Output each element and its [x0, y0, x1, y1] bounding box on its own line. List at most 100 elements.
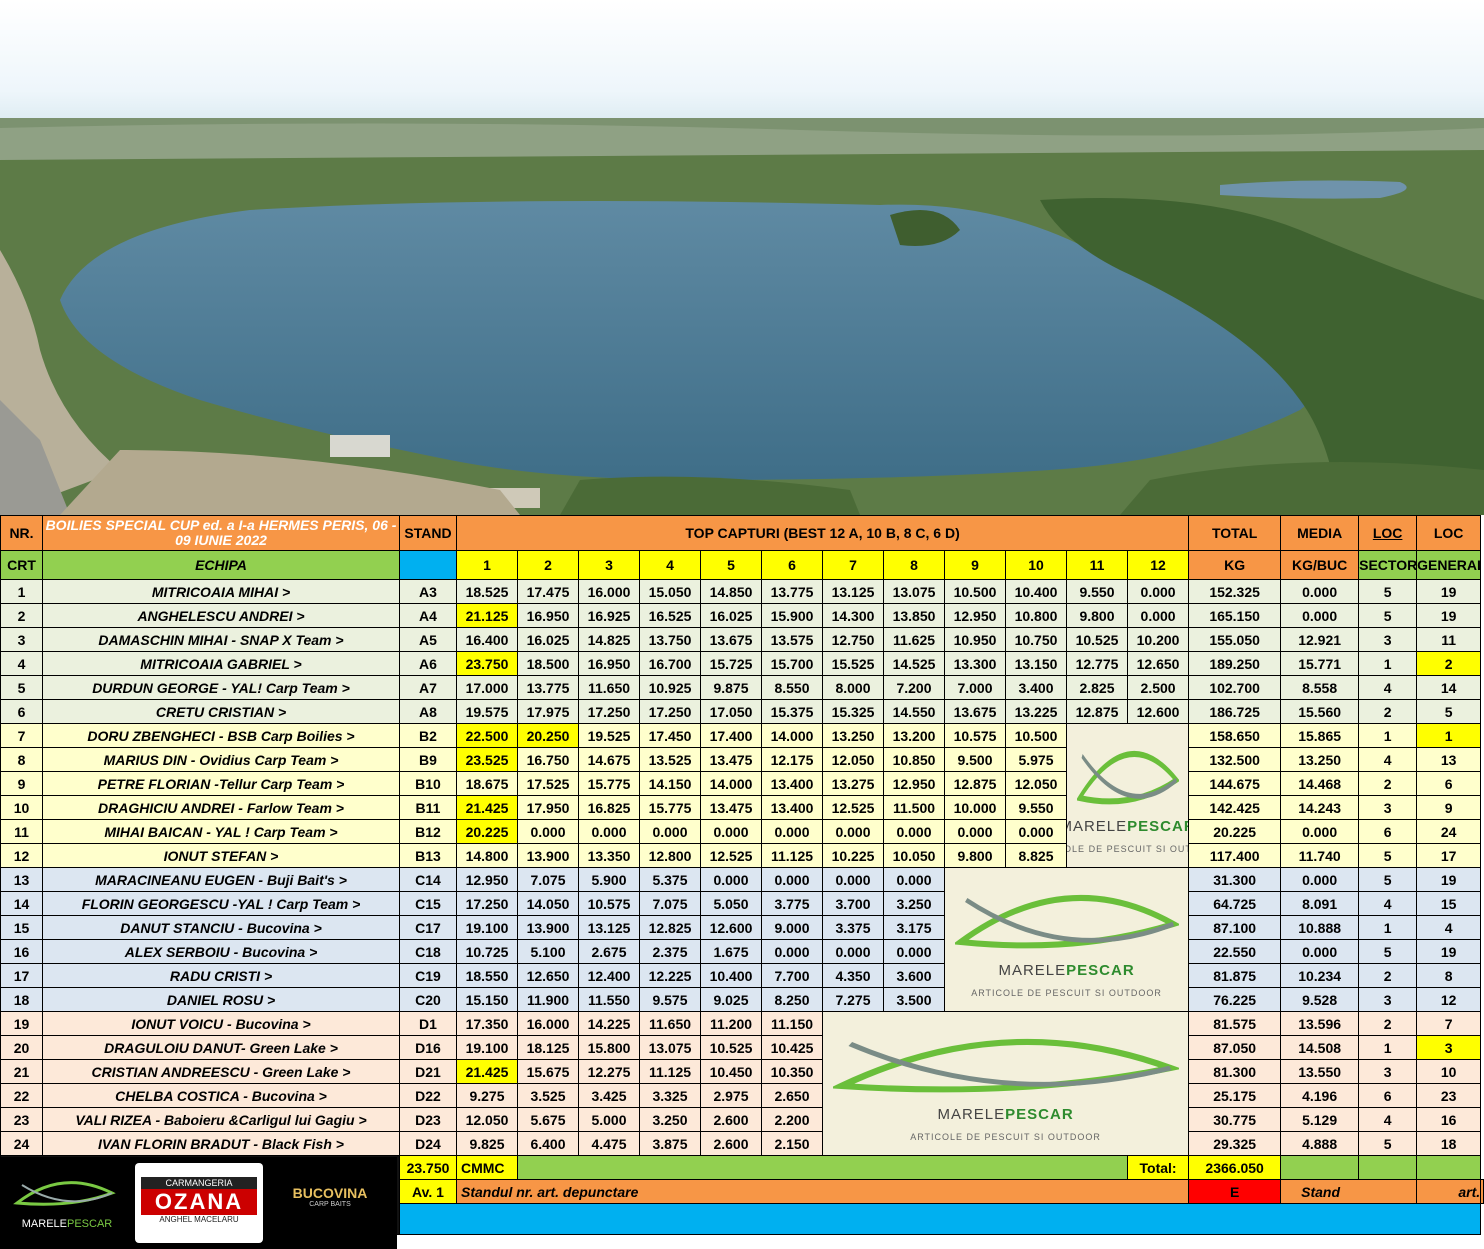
capture-value: 12.775 [1066, 651, 1128, 676]
capture-value: 21.425 [456, 1059, 518, 1084]
capture-value: 20.250 [517, 723, 579, 748]
capture-value: 12.950 [883, 771, 945, 796]
capture-value: 14.000 [761, 723, 823, 748]
capture-value: 5.000 [578, 1107, 640, 1132]
capture-value: 15.700 [761, 651, 823, 676]
team-header: ECHIPA [42, 550, 400, 580]
table-row: 22 CHELBA COSTICA - Bucovina > D22 9.275 3.5… [0, 1083, 1484, 1108]
capture-value: 14.225 [578, 1011, 640, 1036]
stand-header: STAND [399, 515, 457, 551]
total-kg: 76.225 [1188, 987, 1282, 1012]
capture-value: 9.000 [761, 915, 823, 940]
capture-value: 13.675 [700, 627, 762, 652]
e-cell: E [1188, 1179, 1282, 1204]
competition-title: BOILIES SPECIAL CUP ed. a I-a HERMES PER… [42, 515, 400, 551]
table-row: 4 MITRICOAIA GABRIEL > A6 23.750 18.500 16.95… [0, 651, 1484, 676]
ozana-sub: ANGHEL MACELARU [159, 1215, 239, 1224]
total-kg: 25.175 [1188, 1083, 1282, 1108]
capture-value: 13.675 [944, 699, 1006, 724]
capture-value: 23.750 [456, 651, 518, 676]
loc-sector: 5 [1358, 1131, 1418, 1156]
sponsor-logos: MARELEPESCAR CARMANGERIA OZANA ANGHEL MA… [0, 1157, 397, 1249]
total-kg: 132.500 [1188, 747, 1282, 772]
capture-value: 14.150 [639, 771, 701, 796]
stand-code: A5 [399, 627, 457, 652]
capture-value: 19.575 [456, 699, 518, 724]
top-captures-header: TOP CAPTURI (BEST 12 A, 10 B, 8 C, 6 D) [455, 515, 1190, 551]
loc-sector: 3 [1358, 987, 1418, 1012]
logo-word-1: MARELE [937, 1105, 1006, 1123]
team-name: ANGHELESCU ANDREI > [42, 603, 400, 628]
capture-value: 16.950 [517, 603, 579, 628]
capture-value: 18.500 [517, 651, 579, 676]
logo-subtitle: ARTICOLE DE PESCUIT SI OUTDOOR [1068, 843, 1188, 854]
total-kg: 87.100 [1188, 915, 1282, 940]
capture-value: 3.400 [1005, 675, 1067, 700]
stand-code: D22 [399, 1083, 457, 1108]
capture-value: 2.500 [1126, 675, 1190, 700]
capture-value: 12.950 [456, 867, 518, 892]
capture-col-header: 8 [883, 550, 945, 580]
loc-sector: 3 [1358, 795, 1418, 820]
table-row: 12 IONUT STEFAN > B13 14.800 13.900 13.350 12.… [0, 843, 1484, 868]
row-number: 11 [0, 819, 43, 844]
capture-value: 17.250 [578, 699, 640, 724]
lake-aerial-photo [0, 0, 1484, 515]
capture-value: 2.975 [700, 1083, 762, 1108]
team-name: IVAN FLORIN BRADUT - Black Fish > [42, 1131, 400, 1156]
capture-value: 11.625 [883, 627, 945, 652]
capture-value: 12.050 [822, 747, 884, 772]
capture-value: 12.050 [456, 1107, 518, 1132]
media-kg: 0.000 [1280, 819, 1360, 844]
capture-value: 12.275 [578, 1059, 640, 1084]
capture-value: 15.900 [761, 603, 823, 628]
capture-value: 13.075 [883, 579, 945, 604]
fish-swoosh-icon [1076, 750, 1179, 804]
row-number: 14 [0, 891, 43, 916]
capture-value: 13.350 [578, 843, 640, 868]
capture-value: 7.275 [822, 987, 884, 1012]
capture-value: 10.200 [1126, 627, 1190, 652]
capture-value: 3.500 [883, 987, 945, 1012]
loc-general: 10 [1416, 1059, 1482, 1084]
team-name: ALEX SERBOIU - Bucovina > [42, 939, 400, 964]
stand-code: D23 [399, 1107, 457, 1132]
capture-value: 8.550 [761, 675, 823, 700]
capture-value: 5.900 [578, 867, 640, 892]
stand-code: B9 [399, 747, 457, 772]
loc-general: 4 [1416, 915, 1482, 940]
capture-value: 10.525 [1066, 627, 1128, 652]
table-row: 23 VALI RIZEA - Baboieru &Carligul lui Ga… [0, 1107, 1484, 1132]
media-kg: 13.250 [1280, 747, 1360, 772]
media-kg: 10.234 [1280, 963, 1360, 988]
capture-value: 5.975 [1005, 747, 1067, 772]
footer-blue-fill [398, 1203, 1482, 1235]
stand-label: Stand [1280, 1179, 1418, 1204]
capture-value: 17.350 [456, 1011, 518, 1036]
capture-value: 0.000 [1126, 579, 1190, 604]
capture-value: 0.000 [883, 939, 945, 964]
loc-sector: 4 [1358, 747, 1418, 772]
art-label: art. [1416, 1179, 1482, 1204]
marelepescar-logo: MARELEPESCAR ARTICOLE DE PESCUIT SI OUTDO… [821, 1011, 1190, 1156]
team-name: DORU ZBENGHECI - BSB Carp Boilies > [42, 723, 400, 748]
table-row: 2 ANGHELESCU ANDREI > A4 21.125 16.950 16.925… [0, 603, 1484, 628]
logo-word-1: MARELE [1068, 817, 1128, 835]
media-kg: 9.528 [1280, 987, 1360, 1012]
capture-value: 0.000 [517, 819, 579, 844]
team-name: MITRICOAIA GABRIEL > [42, 651, 400, 676]
total-kg: 102.700 [1188, 675, 1282, 700]
table-row: 18 DANIEL ROSU > C20 15.150 11.900 11.550 9.57… [0, 987, 1484, 1012]
team-name: VALI RIZEA - Baboieru &Carligul lui Gagi… [42, 1107, 400, 1132]
row-number: 17 [0, 963, 43, 988]
loc-general: 24 [1416, 819, 1482, 844]
stand-code: C14 [399, 867, 457, 892]
capture-value: 3.425 [578, 1083, 640, 1108]
loc-general: 7 [1416, 1011, 1482, 1036]
capture-value: 9.800 [1066, 603, 1128, 628]
capture-value: 10.450 [700, 1059, 762, 1084]
total-kg: 186.725 [1188, 699, 1282, 724]
capture-value: 11.900 [517, 987, 579, 1012]
loc-sector: 1 [1358, 651, 1418, 676]
loc-sector: 4 [1358, 675, 1418, 700]
